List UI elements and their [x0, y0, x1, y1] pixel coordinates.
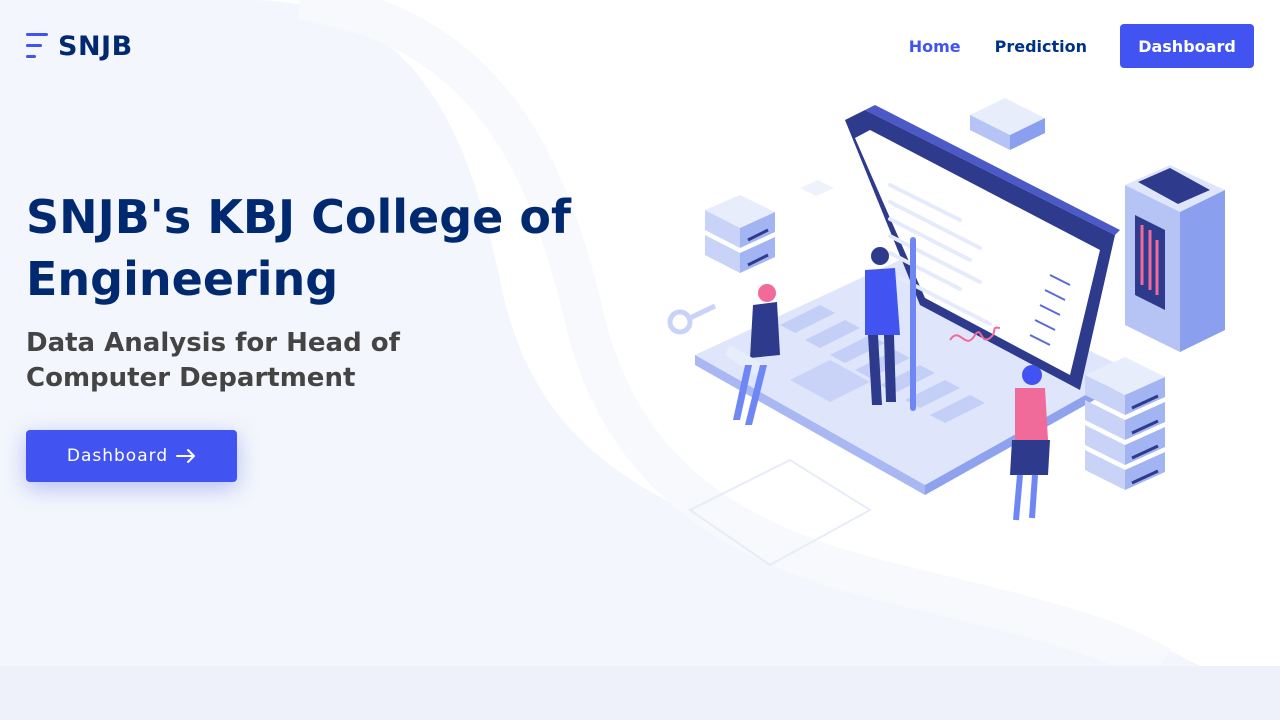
brand-name: SNJB	[58, 30, 133, 62]
hero-section: SNJB Home Prediction Dashboard SNJB's KB…	[0, 0, 1280, 666]
cta-label: Dashboard	[66, 446, 169, 466]
nav-home-link[interactable]: Home	[909, 37, 961, 56]
hero-subtitle: Data Analysis for Head of Computer Depar…	[26, 328, 400, 393]
menu-lines-icon	[26, 30, 50, 62]
nav-prediction-link[interactable]: Prediction	[995, 37, 1087, 56]
main-nav: Home Prediction Dashboard	[909, 24, 1254, 68]
arrow-right-icon	[176, 449, 196, 463]
dashboard-cta-button[interactable]: Dashboard	[26, 430, 237, 482]
hero-title: SNJB's KBJ College of Engineering	[26, 190, 571, 306]
nav-dashboard-button[interactable]: Dashboard	[1120, 24, 1254, 68]
bottom-section-strip	[0, 666, 1280, 720]
brand-logo[interactable]: SNJB	[26, 30, 133, 62]
laptop-team-illustration	[667, 98, 1225, 567]
